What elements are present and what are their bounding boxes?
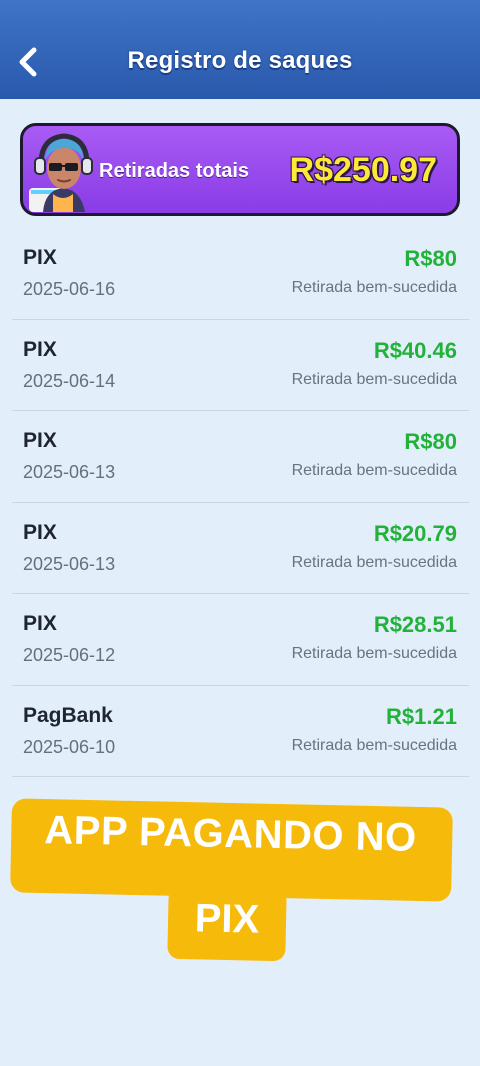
withdrawal-amount: R$20.79: [373, 520, 457, 546]
withdrawal-date: 2025-06-14: [23, 370, 116, 391]
withdrawal-amount: R$80: [404, 246, 457, 271]
list-item: PIX 2025-06-14 R$40.46 Retirada bem-suce…: [12, 320, 469, 411]
payment-method: PIX: [23, 520, 57, 544]
page-title: Registro de saques: [127, 47, 353, 74]
promo-text-line1: APP PAGANDO NO: [43, 808, 418, 860]
withdrawal-date: 2025-06-13: [23, 462, 116, 482]
withdrawal-date: 2025-06-12: [23, 645, 116, 665]
withdrawal-status: Retirada bem-sucedida: [291, 370, 457, 388]
withdrawal-status: Retirada bem-sucedida: [291, 462, 457, 479]
withdrawal-date: 2025-06-13: [23, 553, 116, 574]
promo-text-line2: PIX: [194, 896, 260, 942]
list-item: PIX 2025-06-12 R$28.51 Retirada bem-suce…: [12, 594, 469, 686]
withdrawal-status: Retirada bem-sucedida: [291, 736, 457, 754]
withdrawal-amount: R$28.51: [373, 612, 457, 637]
list-item: PIX 2025-06-13 R$20.79 Retirada bem-suce…: [12, 503, 469, 594]
payment-method: PIX: [23, 429, 57, 452]
list-item: PIX 2025-06-13 R$80 Retirada bem-sucedid…: [12, 411, 469, 503]
avatar-headphones-icon: [29, 133, 93, 212]
withdrawal-date: 2025-06-16: [23, 279, 116, 299]
payment-method: PIX: [23, 246, 57, 269]
withdrawal-amount: R$80: [404, 429, 457, 454]
withdrawal-list: PIX 2025-06-16 R$80 Retirada bem-sucedid…: [12, 228, 469, 777]
total-withdrawals-value: R$250.97: [289, 151, 437, 189]
list-item: PIX 2025-06-16 R$80 Retirada bem-sucedid…: [12, 228, 469, 320]
payment-method: PIX: [23, 337, 57, 361]
withdrawal-amount: R$1.21: [386, 703, 457, 729]
withdrawal-status: Retirada bem-sucedida: [291, 553, 457, 571]
payment-method: PagBank: [23, 703, 113, 727]
app-header: Registro de saques: [0, 0, 480, 99]
withdrawal-date: 2025-06-10: [23, 736, 116, 757]
withdrawal-amount: R$40.46: [373, 337, 457, 363]
list-item: PagBank 2025-06-10 R$1.21 Retirada bem-s…: [12, 686, 469, 777]
total-withdrawals-card: Retiradas totais R$250.97: [20, 123, 460, 216]
withdrawal-status: Retirada bem-sucedida: [291, 279, 457, 296]
payment-method: PIX: [23, 612, 57, 635]
withdrawal-status: Retirada bem-sucedida: [291, 645, 457, 662]
total-withdrawals-label: Retiradas totais: [99, 160, 250, 182]
